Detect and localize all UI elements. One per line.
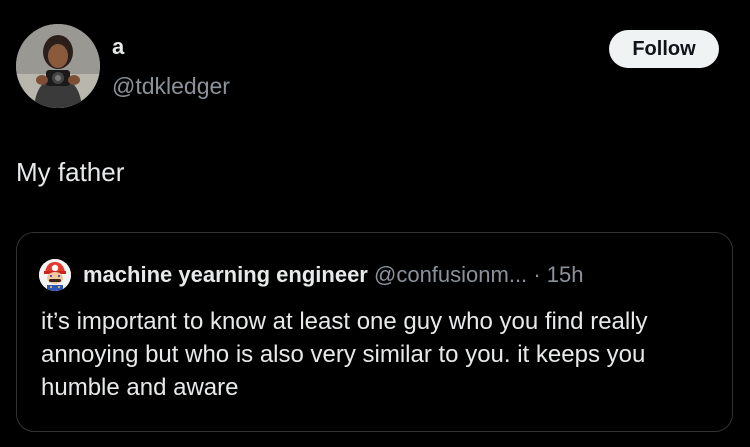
author-handle[interactable]: @tdkledger [112, 72, 230, 100]
quoted-post-time[interactable]: 15h [547, 262, 584, 287]
quoted-post-header: machine yearning engineer @confusionm...… [83, 261, 583, 289]
quoted-author-handle[interactable]: @confusionm... [374, 262, 527, 287]
quoted-author-avatar[interactable] [39, 259, 71, 291]
quoted-post-card[interactable]: machine yearning engineer @confusionm...… [16, 232, 733, 432]
author-avatar[interactable] [16, 24, 100, 108]
quoted-post-text: it’s important to know at least one guy … [41, 308, 648, 401]
person-with-camera-avatar-icon [16, 24, 100, 108]
quoted-author-display-name[interactable]: machine yearning engineer [83, 262, 368, 287]
mario-avatar-icon [39, 259, 71, 291]
follow-button[interactable]: Follow [609, 30, 719, 68]
quoted-meta-separator: · [533, 262, 541, 287]
post: a @tdkledger Follow My father machine ye… [0, 0, 750, 447]
post-text: My father [16, 157, 125, 187]
author-display-name[interactable]: a [112, 34, 124, 60]
